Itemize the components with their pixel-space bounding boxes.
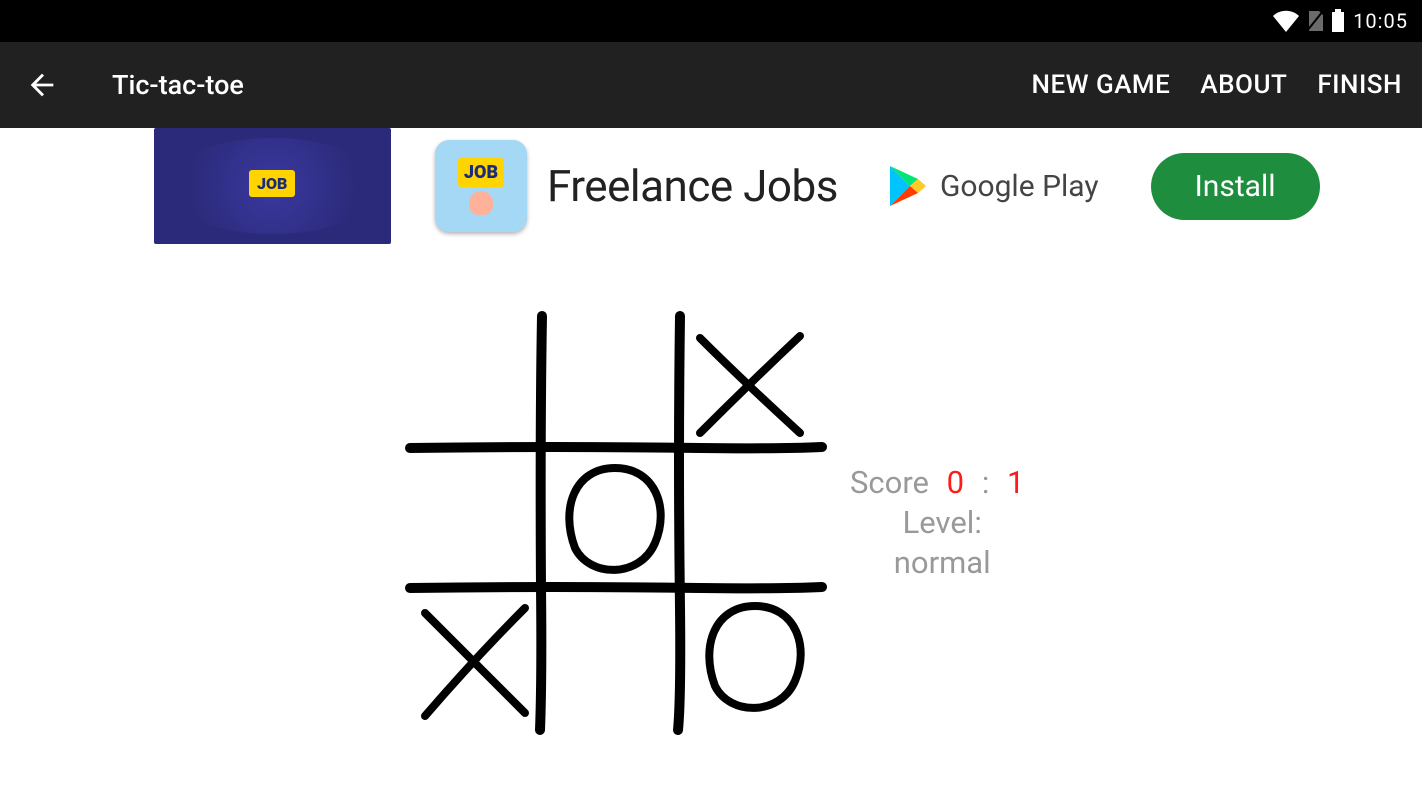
cell-0-1[interactable] <box>543 308 686 451</box>
status-clock: 10:05 <box>1353 9 1408 33</box>
game-area: Score 0 : 1 Level: normal <box>400 308 1034 738</box>
google-play-icon <box>888 164 928 208</box>
google-play-badge: Google Play <box>888 164 1099 208</box>
app-bar: Tic-tac-toe NEW GAME ABOUT FINISH <box>0 42 1422 128</box>
cell-2-2[interactable] <box>687 595 830 738</box>
status-bar: 10:05 <box>0 0 1422 42</box>
ad-icon-text: JOB <box>458 158 504 187</box>
cell-2-0[interactable] <box>400 595 543 738</box>
menu-new-game[interactable]: NEW GAME <box>1032 70 1171 100</box>
score-row: Score 0 : 1 <box>850 463 1034 503</box>
ad-badge: JOB <box>249 170 295 197</box>
cell-1-1[interactable] <box>543 451 686 594</box>
ad-image: JOB <box>154 128 391 244</box>
ad-title: Freelance Jobs <box>547 160 838 212</box>
hand-icon <box>469 191 493 215</box>
no-sim-icon <box>1305 9 1325 33</box>
cell-1-0[interactable] <box>400 451 543 594</box>
score-player2: 1 <box>997 464 1034 501</box>
level-label: Level: <box>850 503 1034 543</box>
ad-app-icon: JOB <box>435 140 527 232</box>
score-player1: 0 <box>937 464 974 501</box>
cell-0-0[interactable] <box>400 308 543 451</box>
install-button[interactable]: Install <box>1151 153 1320 220</box>
game-info: Score 0 : 1 Level: normal <box>850 463 1034 584</box>
back-arrow-icon <box>25 68 59 102</box>
content-area: JOB JOB Freelance Jobs Google Play Insta… <box>0 128 1422 800</box>
battery-icon <box>1331 9 1345 33</box>
cell-0-2[interactable] <box>687 308 830 451</box>
cell-2-1[interactable] <box>543 595 686 738</box>
back-button[interactable] <box>12 55 72 115</box>
game-board <box>400 308 830 738</box>
menu-about[interactable]: ABOUT <box>1200 70 1287 100</box>
google-play-label: Google Play <box>940 169 1099 204</box>
ad-banner[interactable]: JOB JOB Freelance Jobs Google Play Insta… <box>154 128 1320 244</box>
app-title: Tic-tac-toe <box>112 69 244 101</box>
wifi-icon <box>1273 10 1299 32</box>
score-label: Score <box>850 464 929 501</box>
score-separator: : <box>982 464 990 501</box>
level-value: normal <box>850 543 1034 583</box>
cell-1-2[interactable] <box>687 451 830 594</box>
menu-finish[interactable]: FINISH <box>1317 70 1402 100</box>
